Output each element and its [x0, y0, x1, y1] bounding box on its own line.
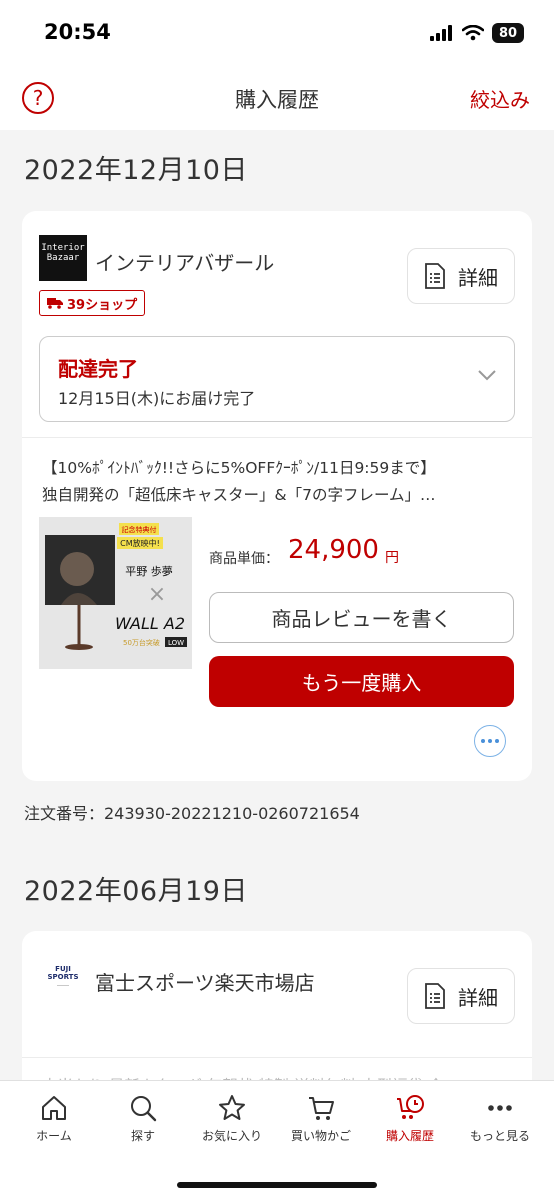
- product-image[interactable]: 記念特典付 CM放映中! 平野 歩夢 × WALL A2 50万台突破 LOW: [39, 517, 192, 669]
- delivery-status: 配達完了: [58, 357, 138, 381]
- price-value: 24,900: [288, 535, 379, 565]
- tab-label: 購入履歴: [385, 1129, 434, 1143]
- tab-label: お気に入り: [201, 1129, 262, 1143]
- item-title-line2[interactable]: 独自開発の「超低床キャスター」&「7の字フレーム」…: [42, 482, 512, 508]
- order-date: 2022年06月19日: [24, 876, 248, 907]
- buy-again-button[interactable]: もう一度購入: [209, 656, 514, 707]
- shop-name[interactable]: インテリアバザール: [95, 247, 274, 276]
- order-card: Interior Bazaar インテリアバザール 39ショップ 詳細 配達完了…: [22, 211, 532, 781]
- person-name-text: 平野 歩夢: [125, 564, 173, 578]
- promo-text: 記念特典付: [122, 525, 157, 534]
- shop-logo-text: FUJI SPORTS: [47, 965, 79, 981]
- more-icon: [488, 1105, 512, 1111]
- badge-label: 39ショップ: [67, 297, 138, 313]
- star-icon: [219, 1095, 245, 1120]
- more-options-icon[interactable]: [474, 725, 506, 757]
- tab-purchase-history[interactable]: 購入履歴: [364, 1093, 456, 1144]
- purchase-history-icon: [397, 1095, 424, 1119]
- tab-search[interactable]: 探す: [97, 1093, 189, 1144]
- tab-label: もっと見る: [469, 1129, 530, 1143]
- signal-icon: [430, 25, 452, 41]
- order-number: 注文番号：243930-20221210-0260721654: [24, 804, 360, 823]
- delivery-truck-icon: [47, 298, 63, 309]
- price-label: 商品単価：: [209, 551, 279, 567]
- status-icons: 80: [430, 23, 524, 43]
- item-title-line1[interactable]: 【10%ﾎﾟｲﾝﾄﾊﾞｯｸ!!さらに5%OFFｸｰﾎﾟﾝ/11日9:59まで】: [42, 455, 512, 481]
- cm-text: CM放映中!: [120, 538, 160, 548]
- shop-39-badge: 39ショップ: [39, 290, 146, 316]
- tab-cart[interactable]: 買い物かご: [275, 1093, 367, 1144]
- detail-button[interactable]: 詳細: [407, 968, 515, 1024]
- tab-label: ホーム: [36, 1129, 72, 1143]
- low-text: LOW: [168, 639, 184, 647]
- purchase-history-screen: 20:54 80 ? 購入履歴 絞込み 2022年12月10日 Interior…: [0, 0, 554, 1200]
- tab-label: 探す: [130, 1129, 155, 1143]
- divider: [22, 1057, 532, 1058]
- home-icon: [42, 1096, 66, 1120]
- wifi-icon: [462, 25, 484, 41]
- product-photo: 記念特典付 CM放映中! 平野 歩夢 × WALL A2 50万台突破 LOW: [39, 517, 192, 669]
- svg-text:×: ×: [148, 582, 166, 607]
- tab-label: 買い物かご: [290, 1129, 351, 1143]
- divider: [22, 437, 532, 438]
- cart-icon: [309, 1097, 334, 1120]
- chevron-down-icon: [478, 370, 496, 381]
- delivery-detail: 12月15日(木)にお届け完了: [58, 389, 256, 408]
- detail-button-label: 詳細: [458, 985, 498, 1010]
- shop-name[interactable]: 富士スポーツ楽天市場店: [95, 967, 315, 996]
- status-bar: 20:54 80: [0, 0, 554, 68]
- app-header: ? 購入履歴 絞込み: [0, 68, 554, 130]
- tab-home[interactable]: ホーム: [8, 1093, 100, 1144]
- document-icon: [425, 263, 445, 289]
- tab-more[interactable]: もっと見る: [454, 1093, 546, 1144]
- tab-favorites[interactable]: お気に入り: [186, 1093, 278, 1144]
- write-review-button[interactable]: 商品レビューを書く: [209, 592, 514, 643]
- delivery-status-box[interactable]: 配達完了 12月15日(木)にお届け完了: [39, 336, 515, 422]
- status-time: 20:54: [44, 20, 111, 44]
- search-icon: [131, 1096, 157, 1122]
- price-unit: 円: [385, 550, 399, 566]
- filter-button[interactable]: 絞込み: [470, 84, 530, 113]
- detail-button-label: 詳細: [458, 265, 498, 290]
- shop-logo[interactable]: Interior Bazaar: [39, 235, 87, 281]
- sold-text: 50万台突破: [123, 638, 160, 647]
- shop-logo[interactable]: FUJI SPORTS ―――: [39, 965, 87, 993]
- detail-button[interactable]: 詳細: [407, 248, 515, 304]
- product-name-text: WALL A2: [115, 614, 185, 633]
- battery-indicator: 80: [492, 23, 524, 43]
- document-icon: [425, 983, 445, 1009]
- home-indicator[interactable]: [177, 1182, 377, 1188]
- order-date: 2022年12月10日: [24, 155, 248, 186]
